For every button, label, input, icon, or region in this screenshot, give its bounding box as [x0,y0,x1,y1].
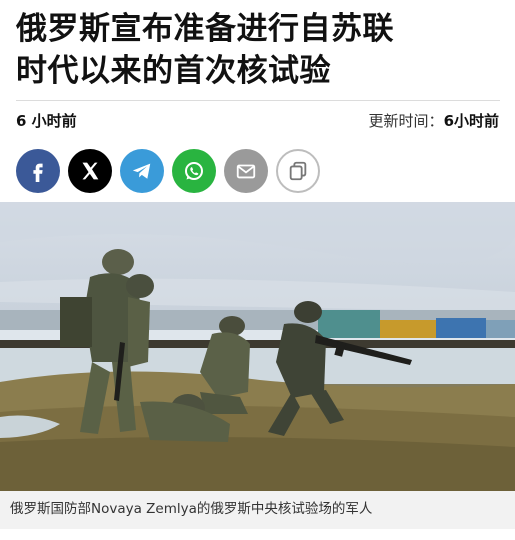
headline-line-1: 俄罗斯宣布准备进行自苏联 [16,11,394,47]
photo-caption: 俄罗斯国防部Novaya Zemlya的俄罗斯中央核试验场的军人 [0,491,515,529]
share-facebook-button[interactable] [16,149,60,193]
facebook-icon [33,163,43,182]
article-headline: 俄罗斯宣布准备进行自苏联 时代以来的首次核试验 [16,8,504,92]
x-icon [82,162,99,180]
headline-line-2: 时代以来的首次核试验 [16,53,331,89]
header-divider [16,100,500,101]
copy-link-icon [289,161,307,181]
article-photo [0,202,515,491]
mail-icon [236,164,256,179]
updated-label: 更新时间： [368,112,444,130]
telegram-icon [132,163,151,179]
share-telegram-button[interactable] [120,149,164,193]
updated-value: 6小时前 [443,112,499,130]
soldiers-photo-image [0,202,515,491]
updated-time: 更新时间：6小时前 [369,110,499,132]
published-time: 6 小时前 [16,112,77,130]
share-x-button[interactable] [68,149,112,193]
share-mail-button[interactable] [224,149,268,193]
whatsapp-icon [185,162,203,180]
copy-link-button[interactable] [276,149,320,193]
share-whatsapp-button[interactable] [172,149,216,193]
share-bar [16,149,320,193]
